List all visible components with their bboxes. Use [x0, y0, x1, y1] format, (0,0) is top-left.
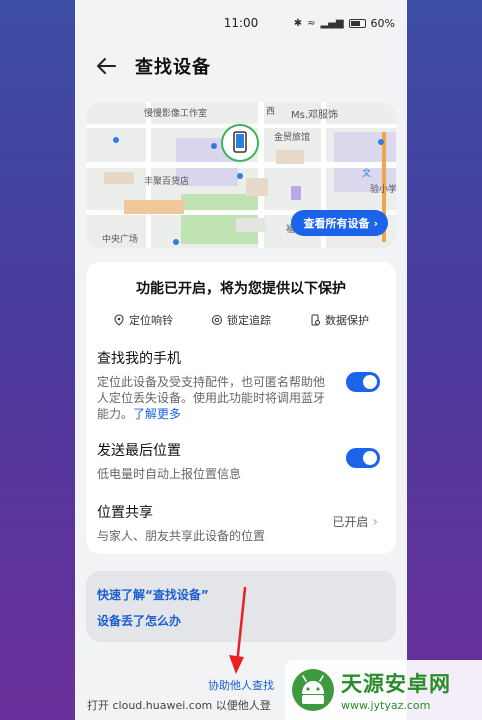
- map-label-studio: 慢慢影像工作室: [144, 109, 208, 119]
- header: 查找设备: [75, 46, 407, 86]
- setting-last-location[interactable]: 发送最后位置 低电量时自动上报位置信息: [97, 440, 382, 482]
- last-location-desc: 低电量时自动上报位置信息: [97, 467, 242, 481]
- learn-more-link[interactable]: 了解更多: [133, 407, 181, 421]
- chevron-right-icon: ›: [373, 216, 378, 230]
- protection-title: 功能已开启，将为您提供以下保护: [136, 281, 346, 297]
- location-share-status[interactable]: 已开启 ›: [332, 513, 378, 530]
- map-label-wen: 文: [362, 169, 372, 179]
- phone-shield-icon: [311, 314, 320, 326]
- view-all-devices-button[interactable]: 查看所有设备 ›: [291, 210, 388, 236]
- feature-data-protect: 数据保护: [309, 312, 369, 328]
- footer-text: 打开 cloud.huawei.com 以便他人登: [87, 699, 271, 712]
- setting-find-phone[interactable]: 查找我的手机 定位此设备及受支持配件，也可匿名帮助他人定位丢失设备。使用此功能时…: [97, 348, 382, 422]
- protection-card: 功能已开启，将为您提供以下保护 定位响铃 锁定追踪 数据保护 查找我的手机 定位…: [86, 262, 396, 554]
- status-icons: ✱ ≈ ▂▄▆ 60%: [294, 17, 395, 30]
- map-label-ms-deng: Ms.邓服饰: [291, 110, 339, 121]
- phone-screen: 11:00 ✱ ≈ ▂▄▆ 60% 查找设备 慢慢影像工作室 西 Ms.邓服饰 …: [75, 0, 407, 720]
- location-pin-icon: [114, 314, 124, 326]
- watermark-title: 天源安卓网: [341, 672, 451, 696]
- map-card[interactable]: 慢慢影像工作室 西 Ms.邓服饰 金贸旅馆 丰聚百货店 文 验小学 中央广场 福…: [86, 102, 396, 248]
- signal-icon: ▂▄▆: [320, 17, 344, 29]
- chevron-right-icon: ›: [372, 513, 378, 530]
- watermark-url: www.jytyaz.com: [341, 699, 431, 712]
- find-phone-desc: 定位此设备及受支持配件，也可匿名帮助他人定位丢失设备。使用此功能时将调用蓝牙能力…: [97, 375, 326, 421]
- map-label-west: 西: [266, 107, 276, 117]
- bluetooth-icon: ✱: [293, 17, 303, 29]
- lock-track-icon: [212, 315, 222, 325]
- help-card: 快速了解“查找设备” 设备丢了怎么办: [86, 571, 396, 642]
- setting-location-share[interactable]: 位置共享 与家人、朋友共享此设备的位置 已开启 ›: [97, 502, 382, 544]
- battery-icon: [348, 18, 366, 28]
- map-label-store: 丰聚百货店: [144, 177, 190, 187]
- feature-locate-ring: 定位响铃: [113, 312, 173, 328]
- map-label-plaza: 中央广场: [102, 235, 139, 245]
- quick-learn-link[interactable]: 快速了解“查找设备”: [97, 586, 209, 603]
- last-location-toggle[interactable]: [346, 448, 380, 468]
- protection-features: 定位响铃 锁定追踪 数据保护: [86, 298, 396, 328]
- find-phone-toggle[interactable]: [346, 372, 380, 392]
- device-lost-link[interactable]: 设备丢了怎么办: [97, 612, 181, 629]
- location-share-desc: 与家人、朋友共享此设备的位置: [97, 529, 266, 543]
- watermark: 天源安卓网 www.jytyaz.com: [285, 660, 482, 720]
- battery-percent: 60%: [370, 16, 395, 30]
- map-label-hotel: 金贸旅馆: [274, 133, 311, 143]
- status-bar: 11:00 ✱ ≈ ▂▄▆ 60%: [75, 0, 407, 46]
- android-logo-icon: [292, 669, 334, 711]
- feature-lock-track: 锁定追踪: [211, 312, 271, 328]
- view-all-devices-label: 查看所有设备: [303, 217, 370, 230]
- find-phone-title: 查找我的手机: [97, 351, 181, 367]
- wifi-icon: ≈: [307, 17, 316, 29]
- back-arrow-icon[interactable]: [95, 55, 117, 77]
- map-label-school: 验小学: [370, 185, 396, 195]
- page-title: 查找设备: [135, 57, 211, 78]
- last-location-title: 发送最后位置: [97, 443, 181, 459]
